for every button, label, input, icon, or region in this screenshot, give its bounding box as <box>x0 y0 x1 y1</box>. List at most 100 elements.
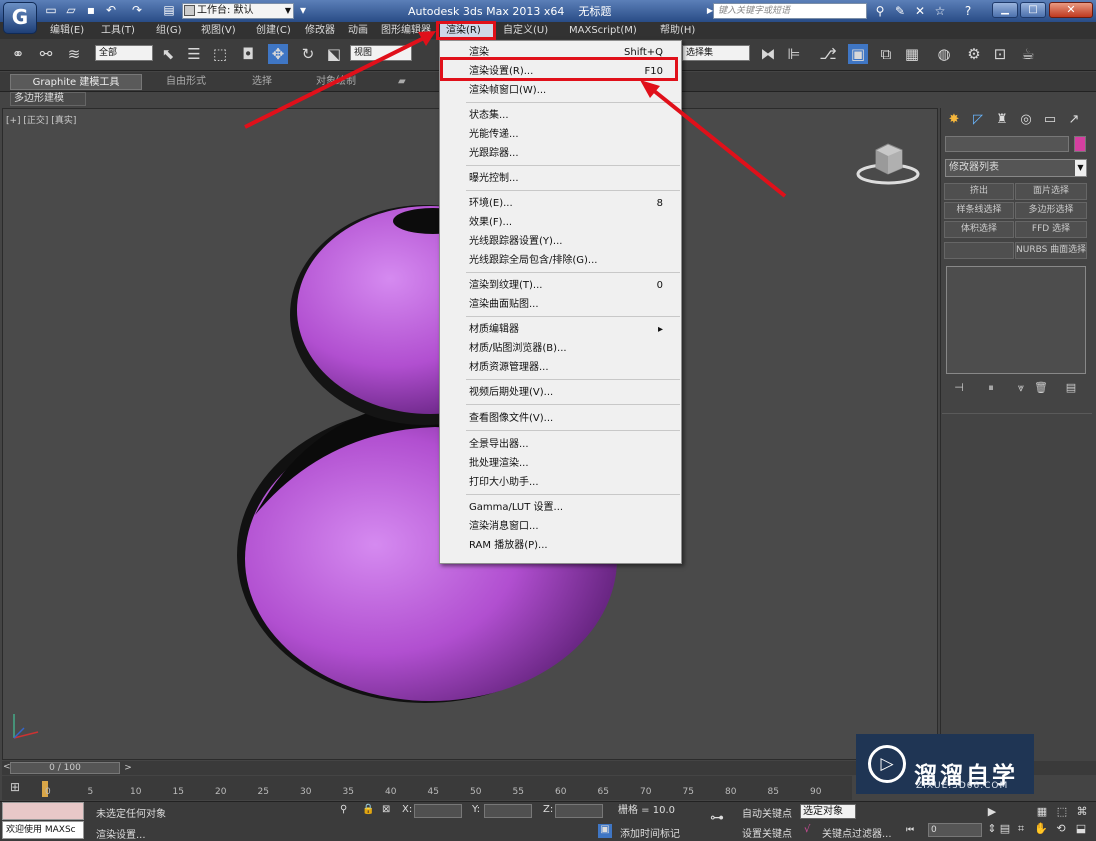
menu-customize[interactable]: 自定义(U) <box>503 23 548 38</box>
render-menu-item[interactable]: 光线跟踪器设置(Y)... <box>440 232 681 251</box>
menu-animation[interactable]: 动画 <box>348 23 368 38</box>
polygon-modeling-panel[interactable]: 多边形建模 <box>10 92 86 106</box>
lock-selection-icon[interactable]: 🔒 <box>362 804 374 815</box>
tab-selection[interactable]: 选择 <box>252 74 272 90</box>
close-button[interactable]: ✕ <box>1049 2 1093 18</box>
motion-tab-icon[interactable]: ◎ <box>1016 111 1036 129</box>
render-menu-item[interactable]: 渲染曲面贴图... <box>440 295 681 314</box>
render-menu-item[interactable]: 环境(E)... 8 <box>440 194 681 213</box>
menu-views[interactable]: 视图(V) <box>201 23 236 38</box>
render-menu-item[interactable]: 曝光控制... <box>440 169 681 188</box>
maxscript-listener-output[interactable] <box>2 802 84 820</box>
project-folder-icon[interactable]: ▤ <box>162 3 176 17</box>
render-menu-item[interactable]: 材质资源管理器... <box>440 358 681 377</box>
render-menu-item[interactable]: 视频后期处理(V)... <box>440 383 681 402</box>
render-menu-item[interactable]: 批处理渲染... <box>440 454 681 473</box>
render-menu-item[interactable]: 状态集... <box>440 106 681 125</box>
open-file-icon[interactable]: ▱ <box>64 3 78 17</box>
chevron-down-icon[interactable]: ▼ <box>1075 160 1086 176</box>
set-key-button[interactable]: 设置关键点 <box>742 825 792 840</box>
key-filters-button[interactable]: 关键点过滤器... <box>822 825 892 840</box>
object-name-field[interactable] <box>945 136 1069 152</box>
render-menu-item[interactable]: 渲染消息窗口... <box>440 517 681 536</box>
render-menu-item[interactable]: 光线跟踪全局包含/排除(G)... <box>440 251 681 270</box>
material-editor-icon[interactable]: ◍ <box>934 44 954 64</box>
align-icon[interactable]: ⊫ <box>784 44 804 64</box>
render-menu-item[interactable]: 渲染到纹理(T)... 0 <box>440 276 681 295</box>
quick-access-more-icon[interactable]: ▾ <box>296 3 310 17</box>
render-menu-item[interactable]: Gamma/LUT 设置... <box>440 498 681 517</box>
modifier-button-spline-select[interactable]: 样条线选择 <box>944 202 1014 219</box>
modifier-button-empty[interactable] <box>944 242 1014 259</box>
render-menu-item[interactable]: 光跟踪器... <box>440 144 681 163</box>
menu-create[interactable]: 创建(C) <box>256 23 291 38</box>
pan-hand-icon[interactable]: ✋ <box>1034 822 1048 836</box>
hierarchy-tab-icon[interactable]: ♜ <box>992 111 1012 129</box>
rotate-icon[interactable]: ↻ <box>298 44 318 64</box>
y-coord-field[interactable] <box>484 804 532 818</box>
favorites-star-icon[interactable]: ☆ <box>932 3 948 19</box>
current-frame-field[interactable]: 0 <box>928 823 982 837</box>
render-teapot-icon[interactable]: ☕ <box>1018 44 1038 64</box>
time-config-icon[interactable]: ▤ <box>998 822 1012 836</box>
window-crossing-icon[interactable]: ◘ <box>238 44 258 64</box>
viewport-label[interactable]: [+] [正交] [真实] <box>6 113 76 126</box>
make-unique-icon[interactable]: ⩔ <box>1012 380 1030 396</box>
modifier-list-dropdown[interactable]: 修改器列表 <box>945 159 1087 177</box>
render-menu-item[interactable]: 材质/贴图浏览器(B)... <box>440 339 681 358</box>
chevron-down-icon[interactable]: ▼ <box>282 3 294 19</box>
communication-icon[interactable]: ✕ <box>912 3 928 19</box>
ribbon-options-icon[interactable]: ▰ <box>398 74 406 90</box>
curve-editor-icon[interactable]: ⧉ <box>876 44 896 64</box>
auto-key-button[interactable]: 自动关键点 <box>742 805 792 820</box>
render-menu-item[interactable]: 全景导出器... <box>440 435 681 454</box>
maximize-button[interactable]: □ <box>1020 2 1046 18</box>
z-coord-field[interactable] <box>555 804 603 818</box>
modifier-button-ffd-select[interactable]: FFD 选择 <box>1015 221 1087 238</box>
isolate-icon[interactable]: ⚲ <box>340 804 347 815</box>
render-menu-item[interactable]: 渲染帧窗口(W)... <box>440 81 681 100</box>
x-coord-field[interactable] <box>414 804 462 818</box>
time-slider[interactable]: 0 / 100 <box>10 762 120 774</box>
select-by-name-icon[interactable]: ☰ <box>184 44 204 64</box>
render-menu-item[interactable]: 材质编辑器 ▸ <box>440 320 681 339</box>
link-icon[interactable]: ⚭ <box>8 44 28 64</box>
render-menu-item[interactable]: 效果(F)... <box>440 213 681 232</box>
selection-filter-dropdown[interactable]: 全部 <box>95 45 153 61</box>
menu-modifiers[interactable]: 修改器 <box>305 23 335 38</box>
layer-manager-icon[interactable]: ⎇ <box>818 44 838 64</box>
modifier-button-poly-select[interactable]: 多边形选择 <box>1015 202 1087 219</box>
binoculars-icon[interactable]: ⚲ <box>872 3 888 19</box>
new-file-icon[interactable]: ▭ <box>44 3 58 17</box>
field-of-view-icon[interactable]: ⌗ <box>1014 822 1028 836</box>
frame-spinner-icon[interactable]: ⇕ <box>985 822 999 836</box>
utilities-tab-icon[interactable]: ↗ <box>1064 111 1084 129</box>
schematic-view-icon[interactable]: ▦ <box>902 44 922 64</box>
add-time-tag-icon[interactable]: ▣ <box>598 824 612 838</box>
play-icon[interactable]: ▶ <box>985 805 999 819</box>
minimize-button[interactable]: ▁ <box>992 2 1018 18</box>
render-menu-item[interactable]: 光能传递... <box>440 125 681 144</box>
redo-icon[interactable]: ↷ <box>130 3 144 17</box>
modify-tab-icon[interactable]: ◸ <box>968 111 988 129</box>
add-time-tag[interactable]: 添加时间标记 <box>620 825 680 840</box>
maximize-viewport-icon[interactable]: ⬓ <box>1074 822 1088 836</box>
grid-toggle-icon[interactable]: ▦ <box>1035 805 1049 819</box>
select-object-icon[interactable]: ⬉ <box>158 44 178 64</box>
set-key-icon[interactable]: ⊶ <box>710 810 724 826</box>
zoom-all-icon[interactable]: ⌘ <box>1075 805 1089 819</box>
render-menu-item[interactable]: 打印大小助手... <box>440 473 681 492</box>
bind-space-warp-icon[interactable]: ≋ <box>64 44 84 64</box>
menu-help[interactable]: 帮助(H) <box>660 23 695 38</box>
menu-tools[interactable]: 工具(T) <box>101 23 135 38</box>
subscription-icon[interactable]: ✎ <box>892 3 908 19</box>
configure-sets-icon[interactable]: ▤ <box>1062 380 1080 396</box>
modifier-stack[interactable] <box>946 266 1086 374</box>
tab-freeform[interactable]: 自由形式 <box>166 74 206 90</box>
maxscript-listener-input[interactable]: 欢迎使用 MAXSc <box>2 821 84 839</box>
key-mode-dropdown[interactable]: 选定对象 <box>800 804 856 819</box>
named-selection-dropdown[interactable]: 选择集 <box>682 45 750 61</box>
next-frame-icon[interactable]: > <box>122 762 134 774</box>
undo-icon[interactable]: ↶ <box>104 3 118 17</box>
menu-group[interactable]: 组(G) <box>156 23 182 38</box>
